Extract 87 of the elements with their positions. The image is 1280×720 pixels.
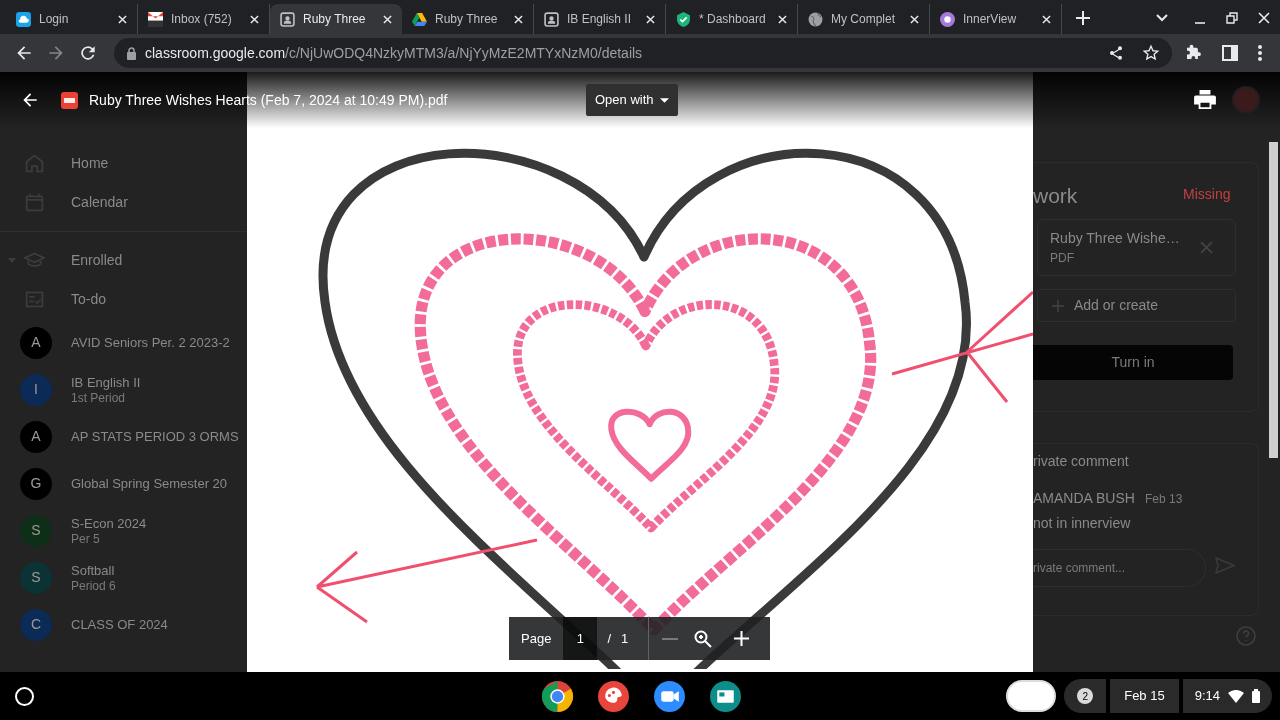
pdf-file-icon [61,91,78,109]
dropdown-icon [659,97,669,103]
menu-icon[interactable] [1258,45,1262,61]
zoom-in-icon[interactable] [734,631,750,646]
course-avatar: C [20,608,52,641]
notification-count: 2 [1077,688,1094,704]
turn-in-button[interactable]: Turn in [1033,345,1233,380]
comments-heading: rivate comment [1033,452,1129,471]
sidebar-item[interactable]: G Global Spring Semester 20 [0,460,247,507]
sidebar-item[interactable]: C CLASS OF 2024 [0,601,247,648]
tab-search-icon[interactable] [1156,14,1168,22]
person-icon [280,11,295,27]
restore-icon[interactable] [1226,12,1238,24]
star-icon[interactable] [1142,44,1160,62]
comment-text: not in innerview [1033,514,1131,533]
sidebar-item[interactable]: S S-Econ 2024 Per 5 [0,507,247,554]
status-label: Missing [1183,185,1231,204]
comment-field[interactable]: rivate comment... [1033,549,1206,587]
puzzle-icon[interactable] [1184,44,1202,62]
launcher-icon[interactable] [15,686,34,706]
browser-tab[interactable]: Ruby Three [270,4,402,34]
tab-title: IB English II [567,11,633,28]
attachment-card[interactable]: Ruby Three Wishe… PDF [1037,219,1236,276]
slides-icon[interactable] [709,680,742,713]
cloud-icon [16,11,31,27]
reload-icon[interactable] [78,43,98,63]
globe-icon [808,11,823,27]
palette-icon[interactable] [597,680,630,713]
course-avatar: G [20,467,52,500]
section-heading: work [1033,183,1078,209]
share-icon[interactable] [1108,45,1124,61]
video-camera-icon[interactable] [653,680,686,713]
page-separator: / [606,629,612,648]
tab-title: Ruby Three [435,11,499,28]
battery-icon [1252,689,1260,703]
zoom-icon[interactable] [694,629,713,648]
clock-text: 9:14 [1194,687,1220,706]
open-with-button[interactable]: Open with [586,84,678,116]
comment-date: Feb 13 [1145,491,1183,508]
page-total: 1 [621,629,630,648]
sidebar-item[interactable]: Calendar [0,183,247,222]
status-tray[interactable]: 9:14 [1182,679,1272,713]
add-or-create-button[interactable]: Add or create [1037,289,1236,322]
tab-title: * Dashboard [699,11,767,28]
thumbnail-icon[interactable] [1006,680,1057,712]
page-label: Page [520,629,553,648]
course-avatar: S [20,514,52,547]
print-icon[interactable] [1194,90,1216,110]
plus-icon [1052,299,1064,312]
drive-icon [412,11,427,27]
course-avatar: A [20,326,52,359]
mail-icon [148,11,163,27]
file-title: Ruby Three Wishes Hearts (Feb 7, 2024 at 10:49 PM).pdf [89,90,449,110]
person-icon [544,11,559,27]
lock-icon [126,46,137,60]
notification-tray[interactable]: 2 [1064,679,1107,713]
page-number-field[interactable]: 1 [563,617,598,660]
course-avatar: S [20,561,52,594]
tab-title: Inbox (752) [171,11,233,28]
sidebar-item[interactable]: Home [0,144,247,183]
wifi-icon [1228,689,1244,703]
comment-author: AMANDA BUSH [1033,489,1135,508]
tab-title: InnerView [963,11,1018,28]
calendar-icon [24,192,45,213]
checklist-icon [24,289,45,310]
chrome-icon[interactable] [541,680,574,713]
home-icon [24,153,45,174]
scrollbar[interactable] [1269,142,1278,458]
tab-title: Ruby Three [303,11,367,28]
sidebar-item[interactable]: To-do [0,280,247,319]
shield-icon [676,11,691,27]
date-button[interactable]: Feb 15 [1110,679,1179,713]
course-avatar: I [20,373,52,406]
tab-title: My Complet [831,11,896,28]
new-tab-icon[interactable] [1076,11,1090,25]
sidebar-item[interactable]: A AVID Seniors Per. 2 2023-2 [0,319,247,366]
close-window-icon[interactable] [1258,12,1270,24]
tab-title: Login [39,11,70,28]
zoom-out-icon[interactable] [662,637,679,640]
sidebar-item[interactable]: I IB English II 1st Period [0,366,247,413]
sidebar-item[interactable]: A AP STATS PERIOD 3 ORMS [0,413,247,460]
sidebar-item[interactable]: S Softball Period 6 [0,554,247,601]
sidebar-item[interactable]: Enrolled [0,241,247,280]
url-text: classroom.google.com/c/NjUwODQ4NzkyMTM3/a/NjYyMzE2MTYxNzM0/details [145,43,644,63]
course-avatar: A [20,420,52,453]
side-panel-icon[interactable] [1222,45,1238,61]
address-bar[interactable]: classroom.google.com/c/NjUwODQ4NzkyMTM3/a/NjYyMzE2MTYxNzM0/details [114,38,1172,68]
